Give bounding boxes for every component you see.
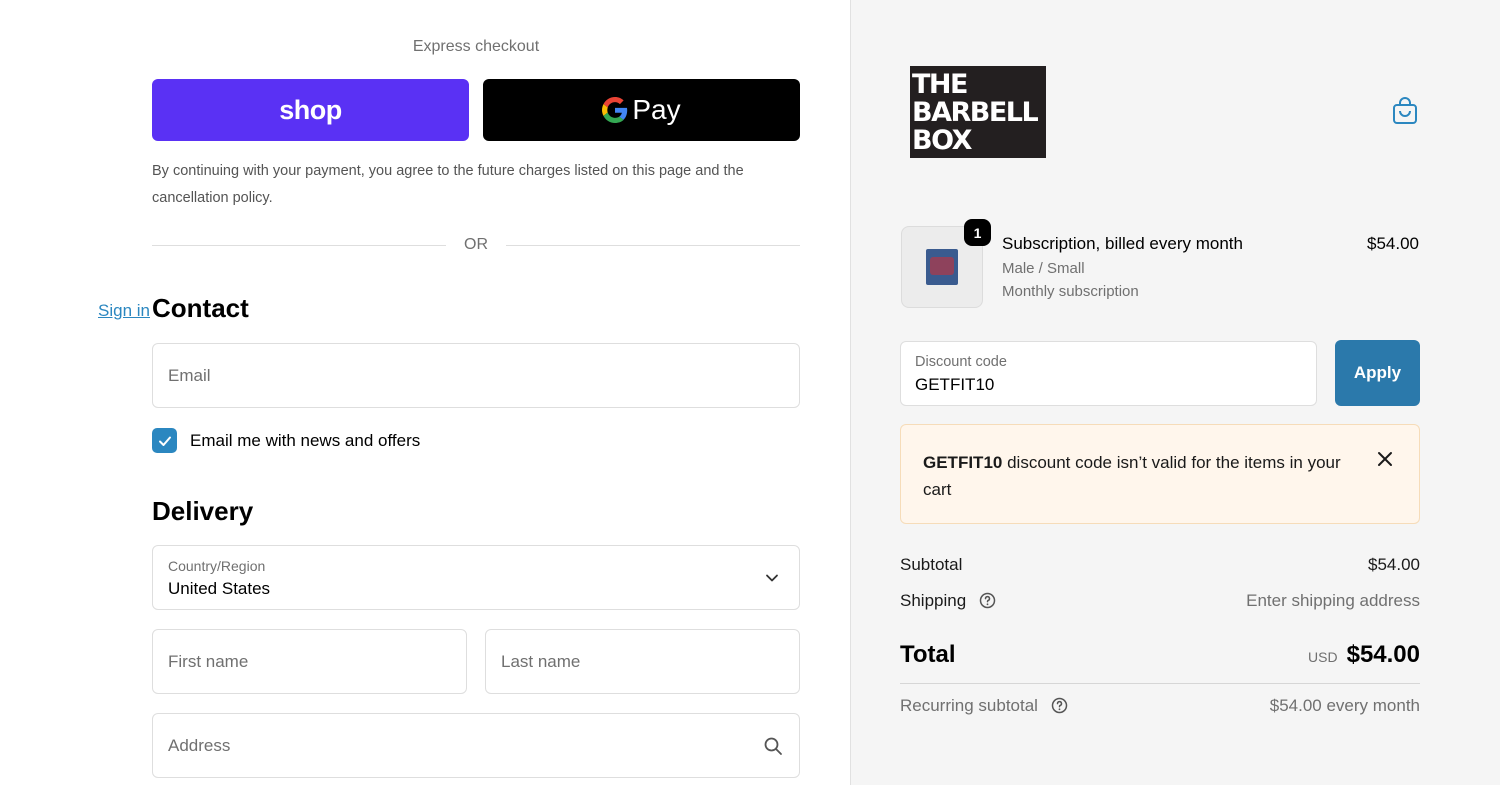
total-amount: $54.00 (1346, 641, 1420, 668)
shop-pay-logo: shop (279, 94, 342, 125)
subtotal-value: $54.00 (1368, 555, 1420, 574)
delivery-heading: Delivery (152, 496, 254, 526)
or-label: OR (464, 236, 488, 253)
total-row: Total USD $54.00 (900, 641, 1420, 669)
newsletter-label: Email me with news and offers (190, 430, 421, 450)
newsletter-checkbox-row[interactable]: Email me with news and offers (152, 428, 420, 453)
contact-heading: Contact (152, 293, 249, 323)
newsletter-checkbox[interactable] (152, 428, 177, 453)
shipping-row: Shipping Enter shipping address (900, 591, 1420, 611)
search-icon (764, 737, 782, 755)
product-variant: Male / Small (1002, 260, 1085, 277)
order-summary-panel: THE BARBELL BOX 1 Subscription, billed e… (850, 0, 1500, 785)
checkmark-icon (158, 436, 171, 446)
express-checkout-title: Express checkout (412, 38, 540, 55)
alert-code: GETFIT10 (923, 453, 1003, 472)
first-name-field[interactable]: First name (152, 629, 467, 694)
divider-line (152, 244, 446, 246)
product-plan: Monthly subscription (1002, 283, 1139, 300)
recurring-value: $54.00 every month (1269, 696, 1420, 715)
payment-consent-text: By continuing with your payment, you agr… (152, 163, 744, 206)
summary-divider (900, 683, 1420, 684)
total-label: Total (900, 641, 956, 668)
divider-line (506, 244, 800, 246)
subtotal-label: Subtotal (900, 555, 963, 574)
quantity-badge: 1 (964, 219, 991, 246)
or-divider: OR (152, 234, 800, 256)
product-image (926, 249, 958, 285)
country-label: Country/Region (168, 558, 266, 574)
google-pay-button[interactable]: Pay (483, 79, 800, 141)
help-icon[interactable] (979, 592, 996, 609)
email-placeholder: Email (168, 366, 211, 385)
country-select[interactable]: Country/Region United States (152, 545, 800, 610)
first-name-placeholder: First name (168, 652, 249, 671)
recurring-label: Recurring subtotal (900, 696, 1038, 715)
currency-code: USD (1308, 649, 1338, 665)
shipping-label: Shipping (900, 591, 967, 610)
recurring-subtotal-row: Recurring subtotal $54.00 every month (900, 696, 1420, 716)
address-placeholder: Address (168, 736, 231, 755)
checkout-form-panel: Express checkout shop Pay By continuing … (0, 0, 850, 785)
google-pay-label: Pay (632, 94, 681, 125)
product-price: $54.00 (1367, 234, 1419, 253)
last-name-field[interactable]: Last name (485, 629, 800, 694)
last-name-placeholder: Last name (501, 652, 581, 671)
subtotal-row: Subtotal $54.00 (900, 555, 1420, 575)
discount-value: GETFIT10 (915, 375, 995, 394)
shopping-bag-icon[interactable] (1391, 96, 1419, 126)
shop-pay-button[interactable]: shop (152, 79, 469, 141)
brand-logo[interactable]: THE BARBELL BOX (910, 66, 1046, 158)
discount-code-field[interactable]: Discount code GETFIT10 (900, 341, 1317, 406)
country-value: United States (168, 579, 271, 598)
chevron-down-icon (766, 574, 778, 582)
shipping-value: Enter shipping address (1246, 591, 1420, 610)
sign-in-link[interactable]: Sign in (98, 301, 150, 321)
close-icon[interactable] (1376, 450, 1394, 468)
alert-message: GETFIT10 discount code isn’t valid for t… (923, 449, 1343, 503)
product-title: Subscription, billed every month (1002, 234, 1243, 253)
address-field[interactable]: Address (152, 713, 800, 778)
google-g-icon (602, 97, 628, 123)
apply-discount-button[interactable]: Apply (1335, 340, 1420, 406)
help-icon[interactable] (1051, 697, 1068, 714)
email-field[interactable]: Email (152, 343, 800, 408)
discount-error-alert: GETFIT10 discount code isn’t valid for t… (900, 424, 1420, 524)
discount-label: Discount code (915, 354, 1007, 370)
